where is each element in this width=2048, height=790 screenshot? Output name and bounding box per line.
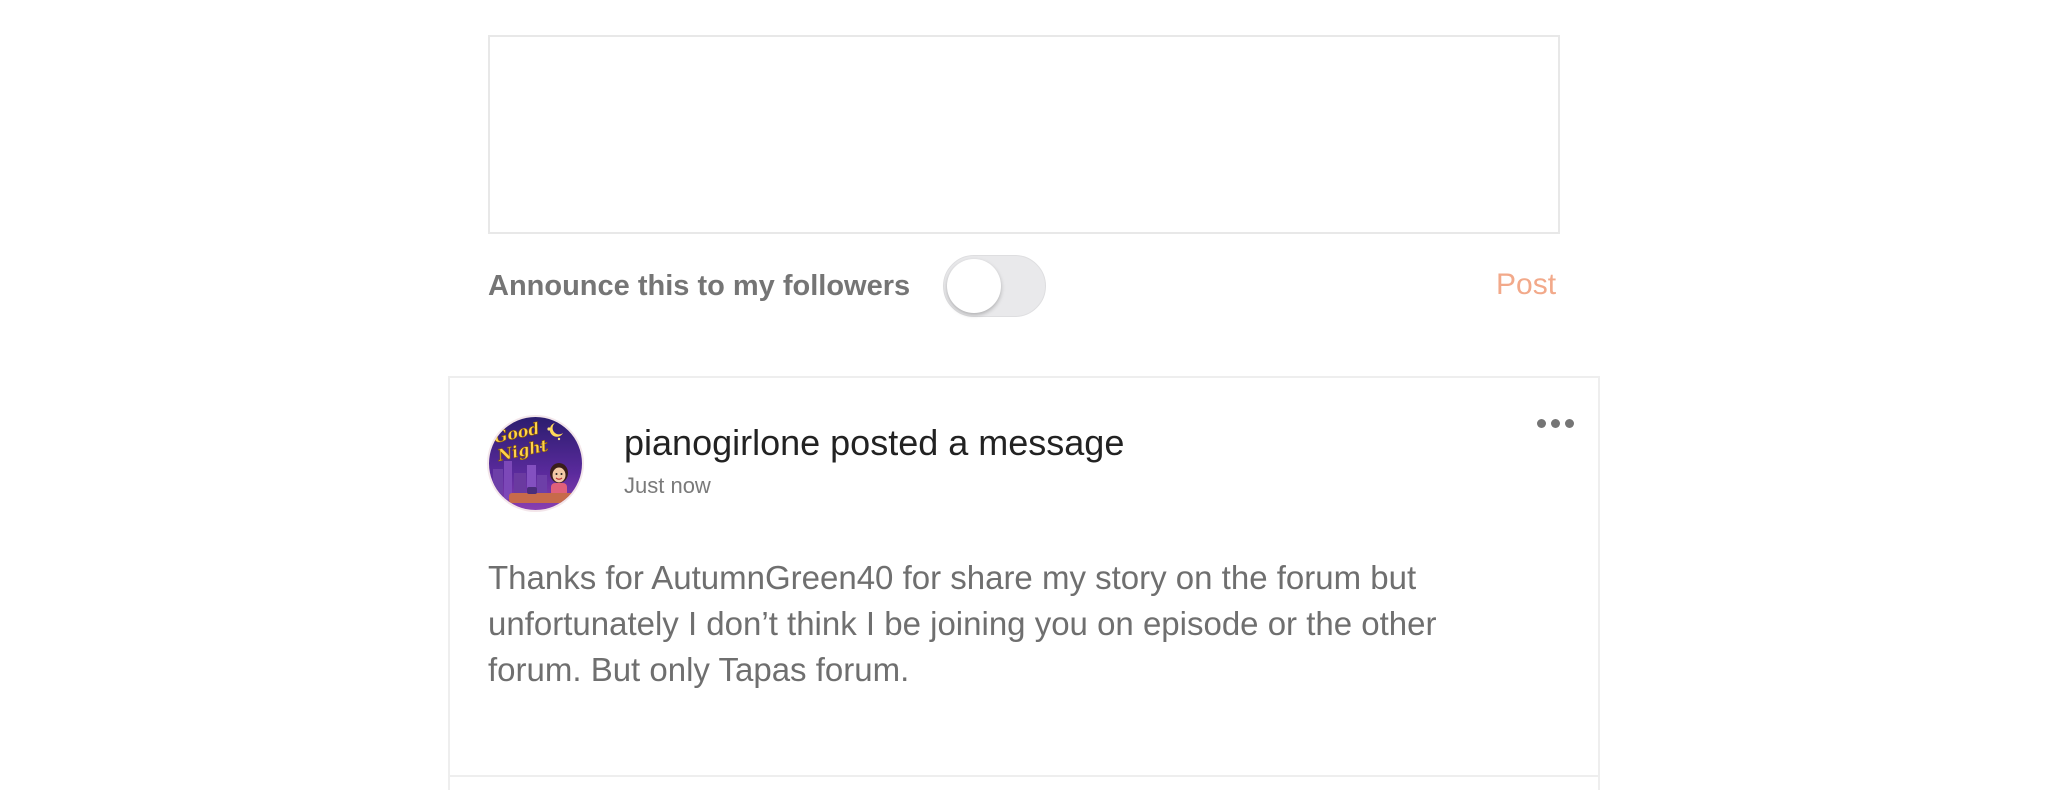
page: Announce this to my followers Post Good … [0, 0, 2048, 790]
post-button[interactable]: Post [1496, 266, 1556, 304]
more-options-icon[interactable] [1535, 408, 1577, 438]
more-dot [1565, 419, 1574, 428]
post-title: pianogirlone posted a message [624, 422, 1125, 463]
good-night-avatar-image: Good Night [489, 417, 582, 510]
toggle-knob [947, 259, 1001, 313]
more-dot [1551, 419, 1560, 428]
post-timestamp: Just now [624, 473, 711, 498]
announce-toggle[interactable] [943, 255, 1046, 317]
post-body-text: Thanks for AutumnGreen40 for share my st… [488, 559, 1437, 688]
message-composer-input[interactable] [488, 35, 1560, 234]
avatar[interactable]: Good Night [489, 417, 582, 510]
post-card-divider [448, 775, 1600, 777]
announce-label: Announce this to my followers [488, 270, 911, 302]
more-dot [1537, 419, 1546, 428]
